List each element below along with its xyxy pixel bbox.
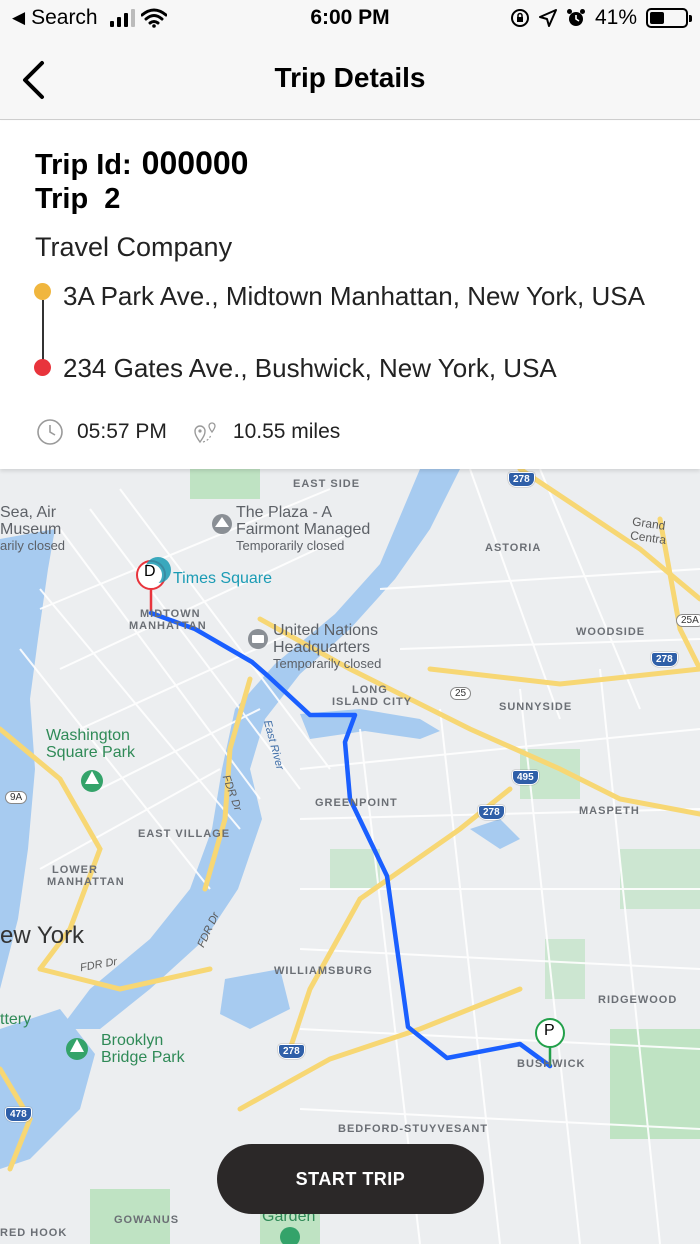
map-poi-brooklyn: Brooklyn Bridge Park: [101, 1032, 185, 1067]
map-poi-sea-air-line1: Sea, Air: [0, 504, 57, 521]
map-poi-washington-line2: Square Park: [46, 743, 135, 761]
status-indicators: 41%: [510, 6, 692, 30]
map-poi-sea-air-line2: Museum: [0, 520, 62, 538]
trip-distance: 10.55 miles: [232, 420, 341, 443]
status-back-label: Search: [31, 6, 98, 29]
map-poi-un-line2: Headquarters: [273, 638, 370, 656]
trip-summary-card: Trip Id: 000000 Trip 2 Travel Company 3A…: [0, 121, 700, 469]
map-label-east-village: EAST VILLAGE: [138, 828, 231, 840]
map-poi-washington-line1: Washington: [46, 727, 130, 744]
map-label-woodside: WOODSIDE: [576, 626, 646, 638]
destination-marker-letter: D: [144, 563, 156, 580]
battery-icon: [646, 8, 692, 28]
map-label-gowanus: GOWANUS: [114, 1214, 180, 1226]
map-label-manhattan: MANHATTAN: [129, 620, 207, 632]
map-label-lower-manhattan: MANHATTAN: [47, 876, 125, 888]
map-label-long: LONG: [352, 684, 388, 696]
map-label-red-hook: RED HOOK: [0, 1227, 68, 1239]
shield-25: 25: [450, 687, 472, 700]
origin-address: 3A Park Ave., Midtown Manhattan, New Yor…: [63, 281, 645, 311]
map-poi-ttery: ttery: [0, 1011, 32, 1028]
back-button[interactable]: [8, 52, 58, 108]
trip-id-value: 000000: [141, 145, 249, 181]
map-poi-plaza-line2: Fairmont Managed: [236, 520, 371, 538]
company-name: Travel Company: [35, 232, 233, 262]
trip-id-label: Trip Id:: [35, 149, 132, 181]
map-poi-un-status: Temporarily closed: [273, 655, 382, 671]
map-poi-plaza: The Plaza - A Fairmont Managed Temporari…: [236, 504, 371, 553]
map-label-east-side: EAST SIDE: [293, 478, 361, 490]
map-label-greenpoint: GREENPOINT: [315, 797, 398, 809]
destination-dot-icon: [34, 359, 51, 376]
map-label-sunnyside: SUNNYSIDE: [499, 701, 573, 713]
map-poi-brooklyn-line1: Brooklyn: [101, 1032, 164, 1049]
shield-478: 478: [5, 1107, 32, 1122]
map-label-new-york: ew York: [0, 922, 85, 949]
route-map[interactable]: D P EAST SIDE ASTORIA MIDTOWN MANHATTAN …: [0, 469, 700, 1244]
shield-278-east: 278: [651, 652, 678, 667]
clock-icon: [35, 417, 65, 447]
shield-278-south: 278: [278, 1044, 305, 1059]
back-triangle-icon: ◀: [12, 8, 26, 27]
map-poi-un: United Nations Headquarters Temporarily …: [273, 622, 382, 671]
route-distance-icon: [191, 417, 221, 447]
rotation-lock-icon: [510, 9, 529, 27]
route-connector: [42, 300, 44, 360]
map-poi-plaza-line1: The Plaza - A: [236, 504, 333, 521]
map-label-midtown: MIDTOWN: [140, 608, 201, 620]
map-poi-plaza-status: Temporarily closed: [236, 537, 345, 553]
map-poi-sea-air-status: arily closed: [0, 537, 66, 553]
start-trip-button[interactable]: START TRIP: [217, 1144, 484, 1214]
shield-278-north: 278: [508, 472, 535, 487]
map-poi-brooklyn-line2: Bridge Park: [101, 1048, 185, 1066]
battery-percent: 41%: [594, 6, 637, 29]
battery-level: [650, 12, 664, 24]
shield-495: 495: [512, 770, 539, 785]
destination-address: 234 Gates Ave., Bushwick, New York, USA: [63, 353, 557, 383]
trip-name: Trip 2: [35, 183, 121, 215]
origin-dot-icon: [34, 283, 51, 300]
status-bar: ◀ Search 6:00 PM 41%: [0, 0, 700, 40]
map-label-williamsburg: WILLIAMSBURG: [274, 965, 373, 977]
map-label-astoria: ASTORIA: [485, 542, 542, 554]
trip-meta: 05:57 PM 10.55 miles: [35, 417, 340, 447]
map-label-bedford: BEDFORD-STUYVESANT: [338, 1123, 489, 1135]
pickup-marker-letter: P: [544, 1022, 555, 1039]
trip-id: Trip Id: 000000: [35, 145, 248, 182]
shield-25a: 25A: [676, 614, 700, 627]
map-poi-times-square: Times Square: [173, 570, 272, 587]
location-arrow-icon: [538, 9, 557, 27]
alarm-icon: [566, 9, 585, 26]
shield-9a: 9A: [5, 791, 28, 804]
trip-time: 05:57 PM: [77, 420, 167, 443]
wifi-icon: [140, 8, 167, 28]
status-back-to-search[interactable]: ◀ Search: [12, 6, 167, 30]
cellular-signal-icon: [109, 9, 135, 27]
chevron-left-icon: [23, 61, 44, 99]
map-label-bushwick: BUSHWICK: [517, 1058, 586, 1070]
map-poi-washington: Washington Square Park: [46, 727, 135, 762]
page-title: Trip Details: [274, 62, 426, 93]
map-label-ridgewood: RIDGEWOOD: [598, 994, 678, 1006]
shield-278-mid: 278: [478, 805, 505, 820]
navigation-bar: Trip Details: [0, 40, 700, 120]
map-poi-un-line1: United Nations: [273, 622, 378, 639]
map-poi-sea-air: Sea, Air Museum arily closed: [0, 504, 66, 553]
map-label-maspeth: MASPETH: [579, 805, 640, 817]
map-label-island-city: ISLAND CITY: [332, 696, 413, 708]
map-label-lower: LOWER: [52, 864, 98, 876]
